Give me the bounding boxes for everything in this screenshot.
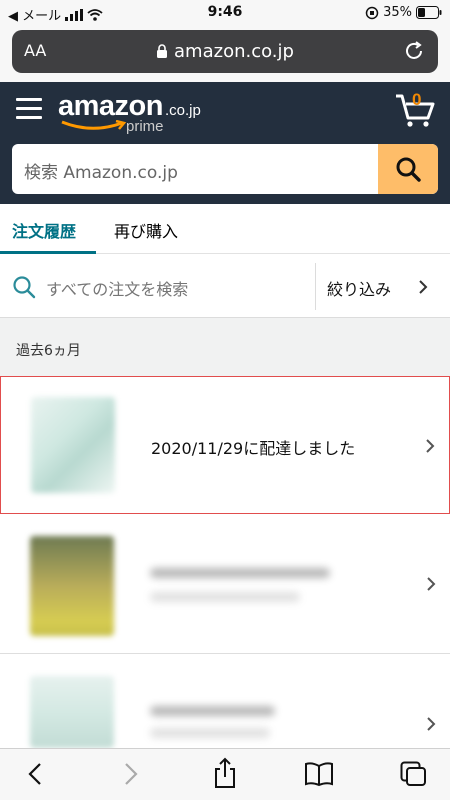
reload-icon[interactable] bbox=[404, 39, 426, 63]
order-search-row: すべての注文を検索 絞り込み bbox=[0, 255, 450, 318]
blurred-subtitle bbox=[150, 592, 300, 602]
logo-tld: .co.jp bbox=[164, 102, 201, 119]
search-icon bbox=[396, 157, 421, 182]
browser-toolbar: AA amazon.co.jp bbox=[0, 26, 450, 82]
chevron-right-icon[interactable] bbox=[418, 279, 428, 295]
active-tab-indicator bbox=[0, 251, 96, 254]
chevron-right-icon bbox=[427, 577, 436, 591]
tab-buy-again[interactable]: 再び購入 bbox=[114, 218, 178, 242]
cart-count: 0 bbox=[412, 90, 422, 109]
order-tabs: 注文履歴 再び購入 bbox=[0, 204, 450, 254]
orientation-lock-icon bbox=[365, 6, 379, 19]
site-header: amazon .co.jp prime 0 検索 Amazon.co.jp bbox=[0, 82, 450, 204]
tab-order-history[interactable]: 注文履歴 bbox=[12, 218, 76, 242]
url-display[interactable]: amazon.co.jp bbox=[12, 41, 438, 62]
bookmarks-icon[interactable] bbox=[304, 761, 334, 787]
forward-icon[interactable] bbox=[122, 761, 140, 787]
status-bar: ◀ メール 9:46 35% bbox=[0, 0, 450, 26]
period-section-header: 過去6ヵ月 bbox=[0, 318, 450, 376]
battery-percent: 35% bbox=[383, 5, 412, 20]
status-right: 35% bbox=[365, 5, 442, 20]
search-button[interactable] bbox=[378, 144, 438, 194]
battery-icon bbox=[416, 6, 442, 19]
lock-icon bbox=[157, 44, 168, 58]
logo-smile-icon bbox=[61, 120, 127, 130]
browser-bottom-toolbar bbox=[0, 748, 450, 800]
address-bar[interactable]: AA amazon.co.jp bbox=[12, 30, 438, 73]
logo-prime: prime bbox=[126, 118, 164, 135]
amazon-logo[interactable]: amazon .co.jp prime bbox=[58, 90, 201, 135]
tabs-icon[interactable] bbox=[400, 761, 428, 787]
filter-button[interactable]: 絞り込み bbox=[327, 276, 391, 300]
chevron-right-icon bbox=[427, 717, 436, 731]
product-thumbnail bbox=[31, 397, 115, 493]
share-icon[interactable] bbox=[212, 757, 238, 789]
chevron-right-icon bbox=[426, 439, 435, 453]
period-label: 過去6ヵ月 bbox=[16, 343, 81, 359]
order-item[interactable] bbox=[0, 514, 450, 654]
search-icon bbox=[13, 276, 36, 299]
cart-button[interactable]: 0 bbox=[394, 90, 436, 132]
blurred-title bbox=[150, 706, 275, 716]
order-status-text: 2020/11/29に配達しました bbox=[151, 439, 356, 458]
product-thumbnail bbox=[30, 676, 114, 748]
order-search-input[interactable]: すべての注文を検索 bbox=[46, 276, 188, 300]
search-input[interactable]: 検索 Amazon.co.jp bbox=[24, 158, 178, 183]
url-text: amazon.co.jp bbox=[174, 41, 294, 62]
product-thumbnail bbox=[30, 536, 114, 636]
blurred-subtitle bbox=[150, 728, 270, 738]
back-icon[interactable] bbox=[26, 761, 44, 787]
divider bbox=[315, 263, 316, 310]
blurred-title bbox=[150, 568, 330, 578]
order-item-selected[interactable]: 2020/11/29に配達しました bbox=[0, 376, 450, 514]
search-bar[interactable]: 検索 Amazon.co.jp bbox=[12, 144, 438, 194]
menu-icon[interactable] bbox=[16, 98, 42, 125]
order-item[interactable] bbox=[0, 654, 450, 748]
